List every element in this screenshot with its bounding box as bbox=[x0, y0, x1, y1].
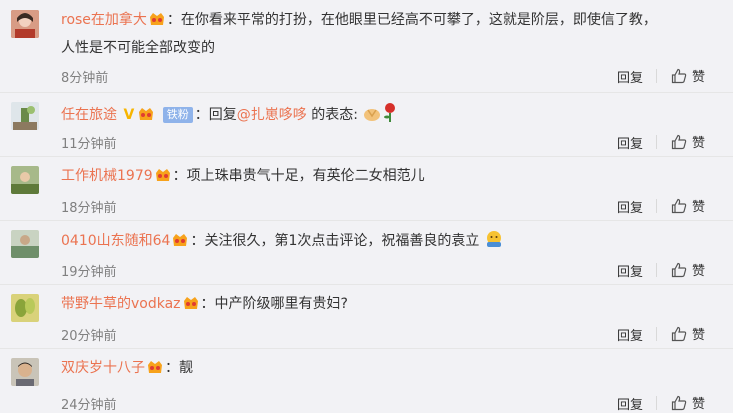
comment-body: 靓 bbox=[179, 360, 193, 376]
comment-text: 带野牛草的vodkaz ：中产阶级哪里有贵妇? bbox=[61, 295, 348, 312]
hug-emoji-icon bbox=[484, 230, 504, 255]
comment-item: rose在加拿大 ：在你看来平常的打扮，在他眼里已经高不可攀了，这就是阶层，即使信… bbox=[0, 0, 733, 93]
timestamp: 8分钟前 bbox=[61, 71, 109, 86]
username-link[interactable]: 双庆岁十八子 bbox=[61, 360, 145, 376]
comment-body: 在你看来平常的打扮，在他眼里已经高不可攀了，这就是阶层，即使信了教， bbox=[180, 12, 657, 28]
comment-item: 双庆岁十八子 ：靓 24分钟前 回复 赞 bbox=[0, 348, 733, 413]
vip-icon bbox=[154, 167, 172, 183]
comment-item: 工作机械1979 ：项上珠串贵气十足，有英伦二女相范儿 18分钟前 回复 赞 bbox=[0, 156, 733, 221]
avatar[interactable] bbox=[11, 294, 39, 322]
comment-body: 的表态: bbox=[311, 107, 358, 123]
mention-link[interactable]: @扎崽哆哆 bbox=[237, 107, 307, 123]
thumbs-up-icon bbox=[671, 68, 687, 83]
comment-text: 0410山东随和64 ：关注很久，第1次点击评论，祝福善良的袁立 bbox=[61, 230, 504, 255]
reply-button[interactable]: 回复 bbox=[617, 325, 643, 344]
divider bbox=[656, 199, 657, 213]
thumbs-up-icon bbox=[671, 262, 687, 277]
verified-badge: V bbox=[123, 107, 135, 123]
timestamp: 19分钟前 bbox=[61, 265, 117, 280]
avatar[interactable] bbox=[11, 358, 39, 386]
timestamp: 11分钟前 bbox=[61, 137, 117, 152]
reply-button[interactable]: 回复 bbox=[617, 261, 643, 280]
comment-body: 关注很久，第1次点击评论，祝福善良的袁立 bbox=[204, 233, 480, 249]
like-button[interactable]: 赞 bbox=[671, 196, 705, 215]
comment-text: 任在旅途 V 铁粉 ：回复@扎崽哆哆 的表态: bbox=[61, 102, 398, 129]
reply-button[interactable]: 回复 bbox=[617, 197, 643, 216]
comment-item: 任在旅途 V 铁粉 ：回复@扎崽哆哆 的表态: 11分钟前 回复 赞 bbox=[0, 92, 733, 157]
thumbs-up-icon bbox=[671, 134, 687, 149]
thumbs-up-icon bbox=[671, 395, 687, 410]
comment-text: 工作机械1979 ：项上珠串贵气十足，有英伦二女相范儿 bbox=[61, 167, 425, 184]
like-button[interactable]: 赞 bbox=[671, 132, 705, 151]
avatar[interactable] bbox=[11, 10, 39, 38]
username-link[interactable]: 0410山东随和64 bbox=[61, 233, 170, 249]
avatar[interactable] bbox=[11, 230, 39, 258]
comment-body: 项上珠串贵气十足，有英伦二女相范儿 bbox=[186, 168, 425, 184]
hands-emoji-icon bbox=[362, 104, 382, 129]
comment-text: rose在加拿大 ：在你看来平常的打扮，在他眼里已经高不可攀了，这就是阶层，即使信… bbox=[61, 11, 657, 28]
vip-icon bbox=[137, 106, 155, 122]
divider bbox=[656, 327, 657, 341]
like-label: 赞 bbox=[692, 264, 706, 279]
fan-badge: 铁粉 bbox=[162, 107, 193, 123]
rose-emoji-icon bbox=[382, 102, 398, 129]
vip-icon bbox=[146, 359, 164, 375]
reply-button[interactable]: 回复 bbox=[617, 133, 643, 152]
divider bbox=[656, 396, 657, 410]
divider bbox=[656, 69, 657, 83]
divider bbox=[656, 263, 657, 277]
like-label: 赞 bbox=[692, 70, 706, 85]
comment-item: 带野牛草的vodkaz ：中产阶级哪里有贵妇? 20分钟前 回复 赞 bbox=[0, 284, 733, 349]
divider bbox=[656, 135, 657, 149]
vip-icon bbox=[182, 295, 200, 311]
thumbs-up-icon bbox=[671, 326, 687, 341]
comment-item: 0410山东随和64 ：关注很久，第1次点击评论，祝福善良的袁立 19分钟前 回复… bbox=[0, 220, 733, 285]
like-label: 赞 bbox=[692, 328, 706, 343]
like-label: 赞 bbox=[692, 200, 706, 215]
username-link[interactable]: 带野牛草的vodkaz bbox=[61, 296, 181, 312]
reply-button[interactable]: 回复 bbox=[617, 67, 643, 86]
avatar[interactable] bbox=[11, 166, 39, 194]
username-link[interactable]: 任在旅途 bbox=[61, 107, 117, 123]
reply-prefix: 回复 bbox=[208, 107, 237, 123]
username-link[interactable]: rose在加拿大 bbox=[61, 12, 147, 28]
vip-icon bbox=[148, 11, 166, 27]
comment-body: 中产阶级哪里有贵妇? bbox=[214, 296, 348, 312]
avatar[interactable] bbox=[11, 102, 39, 130]
like-button[interactable]: 赞 bbox=[671, 324, 705, 343]
like-button[interactable]: 赞 bbox=[671, 260, 705, 279]
comment-text: 双庆岁十八子 ：靓 bbox=[61, 359, 193, 376]
like-label: 赞 bbox=[692, 136, 706, 151]
comment-body-continued: 人性是不可能全部改变的 bbox=[61, 40, 215, 56]
thumbs-up-icon bbox=[671, 198, 687, 213]
timestamp: 20分钟前 bbox=[61, 329, 117, 344]
like-label: 赞 bbox=[692, 397, 706, 412]
timestamp: 18分钟前 bbox=[61, 201, 117, 216]
like-button[interactable]: 赞 bbox=[671, 393, 705, 412]
like-button[interactable]: 赞 bbox=[671, 66, 705, 85]
username-link[interactable]: 工作机械1979 bbox=[61, 168, 153, 184]
vip-icon bbox=[171, 232, 189, 248]
